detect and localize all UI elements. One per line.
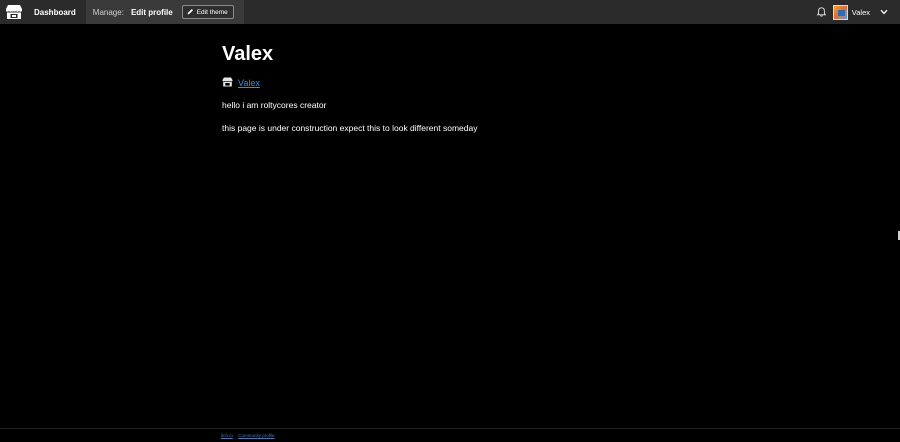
itchio-store-icon: [222, 74, 238, 92]
manage-label: Manage:: [92, 7, 124, 17]
bio-line: this page is under construction expect t…: [222, 123, 478, 133]
footer-link-itchio[interactable]: itch.io: [221, 433, 233, 438]
bio-line: hello i am roltycores creator: [222, 100, 327, 110]
edit-theme-label: Edit theme: [196, 8, 228, 16]
manage-section: Manage: Edit profile Edit theme: [85, 0, 244, 24]
avatar[interactable]: [832, 4, 848, 20]
top-header: Dashboard Manage: Edit profile Edit them…: [0, 0, 900, 24]
user-name[interactable]: Valex: [852, 8, 870, 17]
header-user-area: Valex: [816, 0, 900, 24]
profile-link-row: Valex: [222, 76, 682, 89]
footer: itch.io · Community profile: [221, 433, 275, 438]
itchio-logo-link[interactable]: [0, 0, 28, 24]
footer-separator: ·: [234, 433, 237, 438]
footer-divider: [0, 428, 900, 429]
edit-profile-link[interactable]: Edit profile: [131, 8, 173, 17]
pencil-icon: [187, 8, 197, 17]
edit-theme-button[interactable]: Edit theme: [181, 5, 234, 19]
itchio-logo-icon: [5, 4, 23, 20]
footer-link-community-profile[interactable]: Community profile: [238, 433, 274, 438]
profile-link[interactable]: Valex: [238, 78, 260, 88]
dashboard-link[interactable]: Dashboard: [33, 0, 77, 24]
bell-icon[interactable]: [816, 7, 826, 17]
profile-content: Valex Valex hello i am roltycores creato…: [222, 40, 682, 134]
page-title: Valex: [222, 43, 274, 65]
chevron-down-icon[interactable]: [880, 9, 888, 15]
